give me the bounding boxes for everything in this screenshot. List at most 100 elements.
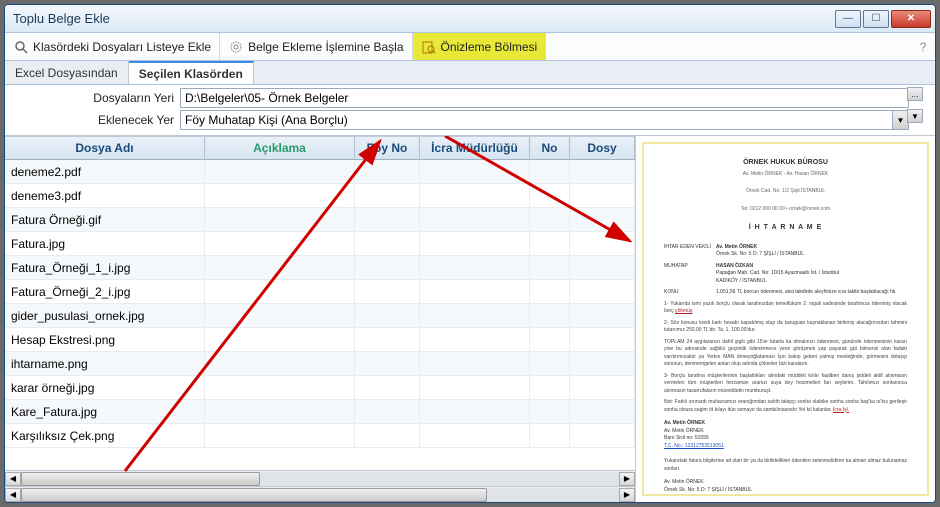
cell-c6 xyxy=(570,280,635,303)
outer-hscroll[interactable]: ◀ ▶ xyxy=(5,486,635,502)
cell-c1: deneme2.pdf xyxy=(5,160,205,183)
cell-c1: karar örneği.jpg xyxy=(5,376,205,399)
cell-c2 xyxy=(205,160,355,183)
table-row[interactable]: Hesap Ekstresi.png xyxy=(5,328,635,352)
table-row[interactable]: gider_pusulasi_ornek.jpg xyxy=(5,304,635,328)
table-row[interactable]: Fatura Örneği.gif xyxy=(5,208,635,232)
col-header-icra[interactable]: İcra Müdürlüğü xyxy=(420,137,530,159)
main-window: Toplu Belge Ekle — ☐ ✕ Klasördeki Dosyal… xyxy=(4,4,936,503)
tab-excel[interactable]: Excel Dosyasından xyxy=(5,61,129,84)
col-header-no[interactable]: No xyxy=(530,137,570,159)
doc-f2-val: HASAN ÖZKAN Papağan Mah. Cad. No: 10/15 … xyxy=(716,263,907,286)
cell-c3 xyxy=(355,424,420,447)
cell-c4 xyxy=(420,304,530,327)
help-icon: ? xyxy=(920,40,927,54)
table-row[interactable]: ihtarname.png xyxy=(5,352,635,376)
col-header-desc[interactable]: Açıklama xyxy=(205,137,355,159)
grid-body[interactable]: deneme2.pdfdeneme3.pdfFatura Örneği.gifF… xyxy=(5,160,635,470)
outer-scroll-right[interactable]: ▶ xyxy=(619,488,635,502)
col-header-foyno[interactable]: Föy No xyxy=(355,137,420,159)
col-header-dosy[interactable]: Dosy xyxy=(570,137,635,159)
table-row[interactable]: karar örneği.jpg xyxy=(5,376,635,400)
list-files-button[interactable]: Klasördeki Dosyaları Listeye Ekle xyxy=(5,33,220,60)
maximize-button[interactable]: ☐ xyxy=(863,10,889,28)
doc-para-1: 1- Yukarıda ismi yazılı borçlu olarak ta… xyxy=(664,301,907,316)
outer-scroll-thumb[interactable] xyxy=(21,488,487,502)
titlebar: Toplu Belge Ekle — ☐ ✕ xyxy=(5,5,935,33)
cell-c5 xyxy=(530,400,570,423)
dest-dropdown[interactable]: Föy Muhatap Kişi (Ana Borçlu) ▼ xyxy=(180,110,909,130)
cell-c4 xyxy=(420,184,530,207)
start-add-label: Belge Ekleme İşlemine Başla xyxy=(248,40,403,54)
cell-c2 xyxy=(205,424,355,447)
outer-scroll-left[interactable]: ◀ xyxy=(5,488,21,502)
doc-para-4: 3- Borçlu tarafına müşterilerinin başlat… xyxy=(664,373,907,396)
doc-f1-lbl: İHTAR EDEN VEKİLİ xyxy=(664,244,716,259)
minimize-button[interactable]: — xyxy=(835,10,861,28)
doc-title: İ H T A R N A M E xyxy=(664,223,907,234)
cell-c5 xyxy=(530,160,570,183)
cell-c6 xyxy=(570,400,635,423)
table-row[interactable]: deneme2.pdf xyxy=(5,160,635,184)
help-button[interactable]: ? xyxy=(911,33,935,60)
cell-c6 xyxy=(570,232,635,255)
cell-c3 xyxy=(355,232,420,255)
table-row[interactable]: deneme3.pdf xyxy=(5,184,635,208)
path-browse-button[interactable]: … xyxy=(907,87,923,101)
cell-c5 xyxy=(530,232,570,255)
cell-c6 xyxy=(570,184,635,207)
cell-c1: Hesap Ekstresi.png xyxy=(5,328,205,351)
cell-c6 xyxy=(570,160,635,183)
cell-c4 xyxy=(420,400,530,423)
table-row[interactable]: Fatura_Örneği_2_i.jpg xyxy=(5,280,635,304)
scroll-left-button[interactable]: ◀ xyxy=(5,472,21,486)
cell-c6 xyxy=(570,376,635,399)
doc-sub1: Av. Metin ÖRNEK - Av. Hasan ÖRNEK xyxy=(664,171,907,179)
chevron-down-icon: ▼ xyxy=(892,111,908,129)
doc-f1-val: Av. Metin ÖRNEK Örnek Sk. No: 5 D: 7 ŞİŞ… xyxy=(716,244,907,259)
preview-toggle-button[interactable]: Önizleme Bölmesi xyxy=(413,33,547,60)
cell-c5 xyxy=(530,376,570,399)
cell-c1: ihtarname.png xyxy=(5,352,205,375)
outer-scroll-track[interactable] xyxy=(21,488,619,502)
doc-footer: Yukarıdaki fatura bilgilerine ait olan b… xyxy=(664,458,907,473)
start-add-button[interactable]: Belge Ekleme İşlemine Başla xyxy=(220,33,412,60)
doc-field-1: İHTAR EDEN VEKİLİ Av. Metin ÖRNEK Örnek … xyxy=(664,244,907,259)
close-button[interactable]: ✕ xyxy=(891,10,931,28)
tab-folder[interactable]: Seçilen Klasörden xyxy=(129,61,254,84)
cell-c4 xyxy=(420,256,530,279)
doc-para-2: 2- Söz konusu kredi kartı hesabı kapatıl… xyxy=(664,320,907,335)
cell-c3 xyxy=(355,304,420,327)
gear-icon xyxy=(228,39,244,55)
scroll-right-button[interactable]: ▶ xyxy=(619,472,635,486)
dest-label: Eklenecek Yer xyxy=(5,113,180,127)
cell-c3 xyxy=(355,256,420,279)
cell-c4 xyxy=(420,208,530,231)
window-title: Toplu Belge Ekle xyxy=(13,11,835,26)
scroll-thumb[interactable] xyxy=(21,472,260,486)
table-row[interactable]: Kare_Fatura.jpg xyxy=(5,400,635,424)
path-input[interactable] xyxy=(180,88,909,108)
cell-c3 xyxy=(355,184,420,207)
cell-c1: Fatura Örneği.gif xyxy=(5,208,205,231)
scroll-track[interactable] xyxy=(21,472,619,486)
cell-c6 xyxy=(570,328,635,351)
cell-c1: Fatura.jpg xyxy=(5,232,205,255)
cell-c3 xyxy=(355,328,420,351)
table-row[interactable]: Fatura.jpg xyxy=(5,232,635,256)
window-controls: — ☐ ✕ xyxy=(835,10,931,28)
cell-c1: Kare_Fatura.jpg xyxy=(5,400,205,423)
source-tabs: Excel Dosyasından Seçilen Klasörden xyxy=(5,61,935,85)
columns-menu-button[interactable]: ▼ xyxy=(907,109,923,123)
dest-value: Föy Muhatap Kişi (Ana Borçlu) xyxy=(181,111,892,129)
table-row[interactable]: Karşılıksız Çek.png xyxy=(5,424,635,448)
grid-panel: Dosya Adı Açıklama Föy No İcra Müdürlüğü… xyxy=(5,136,635,502)
col-header-filename[interactable]: Dosya Adı xyxy=(5,137,205,159)
cell-c2 xyxy=(205,232,355,255)
cell-c4 xyxy=(420,160,530,183)
cell-c4 xyxy=(420,352,530,375)
cell-c1: deneme3.pdf xyxy=(5,184,205,207)
table-row[interactable]: Fatura_Örneği_1_i.jpg xyxy=(5,256,635,280)
cell-c6 xyxy=(570,424,635,447)
grid-hscroll[interactable]: ◀ ▶ xyxy=(5,470,635,486)
